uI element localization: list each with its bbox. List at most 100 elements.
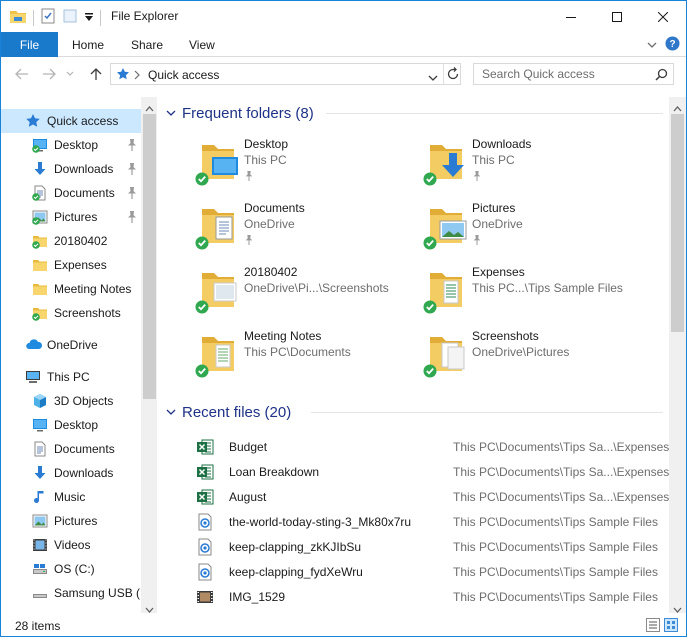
recent-file-row[interactable]: IMG_1529 This PC\Documents\Tips Sample Fi… [196, 584, 666, 609]
folder-tile-20180402[interactable]: 20180402 OneDrive\Pi...\Screenshots [194, 265, 422, 327]
address-bar[interactable]: Quick access [110, 63, 461, 85]
folder-tile-desktop[interactable]: Desktop This PC [194, 137, 422, 199]
back-button[interactable] [13, 65, 31, 83]
scroll-up-arrow-icon[interactable] [673, 101, 682, 115]
large-icons-view-icon[interactable] [664, 618, 678, 635]
nav-item-downloads[interactable]: Downloads [1, 461, 142, 485]
scroll-down-arrow-icon[interactable] [145, 602, 154, 613]
folder-tile-documents[interactable]: Documents OneDrive [194, 201, 422, 263]
collapse-chevron-icon[interactable] [166, 409, 176, 416]
recent-files-header[interactable]: Recent files (20) [166, 401, 663, 423]
excel-icon [196, 463, 214, 481]
content-scroll-thumb[interactable] [671, 114, 684, 332]
close-button[interactable] [640, 1, 686, 32]
details-view-icon[interactable] [646, 618, 660, 635]
breadcrumb-quick-access[interactable]: Quick access [148, 68, 219, 82]
up-button[interactable] [87, 65, 105, 83]
nav-item-label: OS (C:) [54, 562, 95, 576]
file-path: This PC\Documents\Tips Sa...\Expenses [453, 440, 669, 454]
folder-location: This PC...\Tips Sample Files [472, 281, 623, 295]
nav-item-documents[interactable]: Documents [1, 181, 142, 205]
nav-item-3d-objects[interactable]: 3D Objects [1, 389, 142, 413]
nav-item-samsung-usb-e[interactable]: Samsung USB (E [1, 581, 142, 605]
collapse-chevron-icon[interactable] [166, 110, 176, 117]
pin-icon[interactable] [126, 186, 138, 200]
recent-file-row[interactable]: Loan Breakdown This PC\Documents\Tips Sa.… [196, 459, 669, 484]
nav-item-expenses[interactable]: Expenses [1, 253, 142, 277]
frequent-folders-header[interactable]: Frequent folders (8) [166, 102, 663, 124]
recent-file-row[interactable]: keep-clapping_zkKJIbSu This PC\Documents\… [196, 534, 666, 559]
nav-item-documents[interactable]: Documents [1, 437, 142, 461]
nav-item-downloads[interactable]: Downloads [1, 157, 142, 181]
desktop-icon [32, 417, 48, 433]
recent-locations-button[interactable] [64, 65, 76, 83]
nav-item-onedrive[interactable]: OneDrive [1, 333, 142, 357]
nav-item-quick-access[interactable]: Quick access [1, 109, 142, 133]
tab-share[interactable]: Share [131, 32, 163, 57]
maximize-button[interactable] [594, 1, 640, 32]
pin-icon[interactable] [126, 138, 138, 152]
folder-tile-expenses[interactable]: Expenses This PC...\Tips Sample Files [422, 265, 650, 327]
properties-icon[interactable] [40, 8, 56, 27]
file-path: This PC\Documents\Tips Sample Files [453, 565, 658, 579]
expand-ribbon-icon[interactable] [647, 38, 657, 52]
star-icon [25, 113, 41, 129]
search-icon[interactable] [655, 68, 668, 84]
folder-icon [32, 233, 48, 249]
nav-item-pictures[interactable]: Pictures [1, 205, 142, 229]
folder-icon [32, 281, 48, 297]
nav-item-20180402[interactable]: 20180402 [1, 229, 142, 253]
customize-toolbar-icon[interactable] [84, 11, 94, 25]
nav-item-desktop[interactable]: Desktop [1, 133, 142, 157]
nav-item-os-c[interactable]: OS (C:) [1, 557, 142, 581]
tab-file[interactable]: File [1, 32, 58, 57]
pictures-icon [32, 513, 48, 529]
recent-file-row[interactable]: Budget This PC\Documents\Tips Sa...\Expen… [196, 434, 669, 459]
nav-item-label: Downloads [54, 162, 114, 176]
folder-icon [32, 305, 48, 321]
usb-drive-icon [32, 585, 48, 601]
recent-file-row[interactable]: the-world-today-sting-3_Mk80x7ru This PC\… [196, 509, 666, 534]
help-icon[interactable]: ? [665, 36, 680, 54]
content-scrollbar[interactable] [669, 97, 686, 613]
recent-file-row[interactable]: keep-clapping_fydXeWru This PC\Documents\… [196, 559, 666, 584]
recent-file-row[interactable]: August This PC\Documents\Tips Sa...\Expen… [196, 484, 669, 509]
pin-icon[interactable] [126, 162, 138, 176]
window-controls [548, 1, 686, 32]
nav-item-meeting-notes[interactable]: Meeting Notes [1, 277, 142, 301]
nav-item-this-pc[interactable]: This PC [1, 365, 142, 389]
refresh-icon[interactable] [446, 67, 460, 84]
forward-button[interactable] [40, 65, 58, 83]
nav-item-music[interactable]: Music [1, 485, 142, 509]
nav-item-desktop[interactable]: Desktop [1, 413, 142, 437]
folder-location: OneDrive [472, 217, 523, 231]
group-divider [311, 412, 663, 413]
scroll-up-arrow-icon[interactable] [145, 101, 154, 115]
nav-item-label: Expenses [54, 258, 107, 272]
nav-item-pictures[interactable]: Pictures [1, 509, 142, 533]
tab-home[interactable]: Home [72, 32, 104, 57]
minimize-button[interactable] [548, 1, 594, 32]
documents-icon [32, 441, 48, 457]
pin-icon[interactable] [126, 210, 138, 224]
nav-item-label: Quick access [47, 114, 119, 128]
folder-tile-screenshots[interactable]: Screenshots OneDrive\Pictures [422, 329, 650, 391]
tab-view[interactable]: View [189, 32, 215, 57]
file-explorer-window: File Explorer File Home Share View ? Qui… [0, 0, 687, 637]
search-input[interactable] [474, 64, 654, 84]
address-dropdown-icon[interactable] [428, 71, 438, 85]
search-box [473, 63, 674, 85]
breadcrumb-chevron-icon[interactable] [134, 69, 140, 83]
folder-tile-pictures[interactable]: Pictures OneDrive [422, 201, 650, 263]
nav-item-videos[interactable]: Videos [1, 533, 142, 557]
nav-scroll-thumb[interactable] [143, 114, 156, 399]
nav-scrollbar[interactable] [141, 97, 157, 613]
folder-tile-meeting-notes[interactable]: Meeting Notes This PC\Documents [194, 329, 422, 391]
nav-item-label: OneDrive [47, 338, 98, 352]
nav-item-screenshots[interactable]: Screenshots [1, 301, 142, 325]
folder-location: OneDrive\Pictures [472, 345, 570, 359]
folder-tile-downloads[interactable]: Downloads This PC [422, 137, 650, 199]
new-folder-icon[interactable] [62, 8, 78, 27]
nav-item-label: Documents [54, 186, 115, 200]
quick-access-star-icon [116, 67, 130, 84]
